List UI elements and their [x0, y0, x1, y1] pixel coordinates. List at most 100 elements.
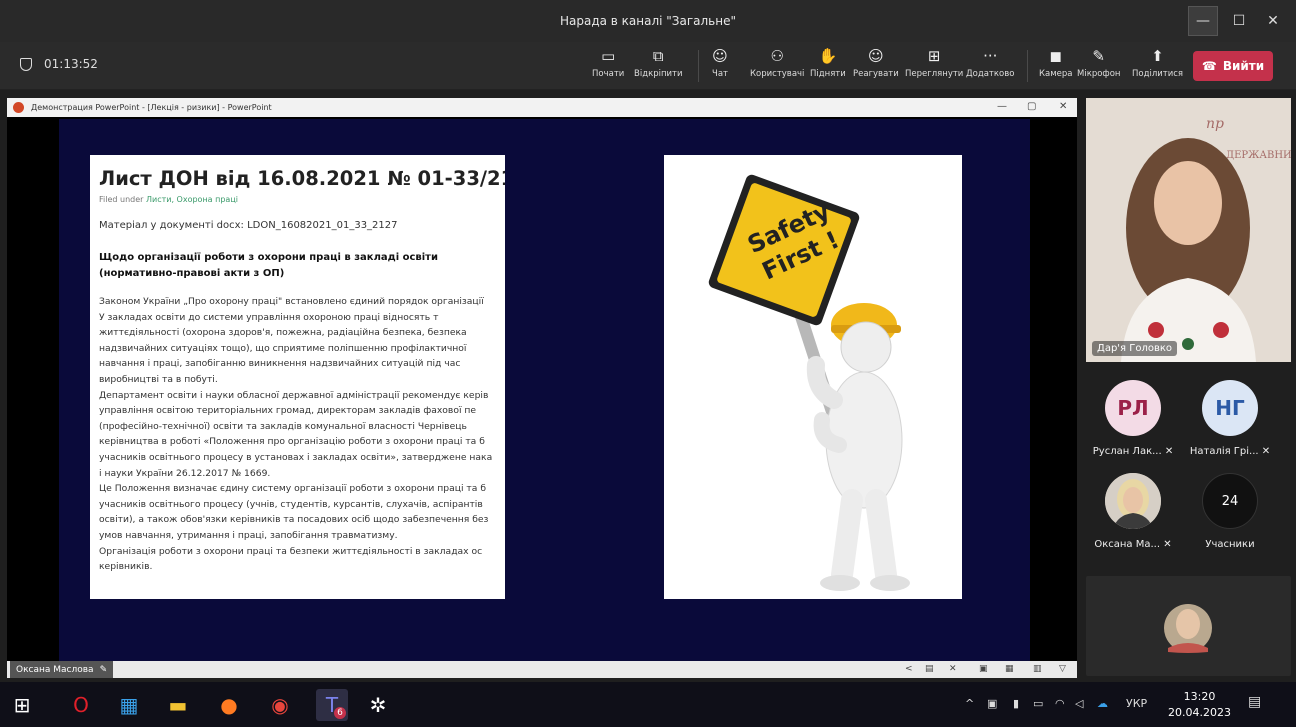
- view-button[interactable]: ⊞ Переглянути: [905, 46, 963, 79]
- chat-button[interactable]: ☺ Чат: [710, 46, 730, 79]
- svg-text:ДЕРЖАВНИЙ: ДЕРЖАВНИЙ: [1226, 149, 1291, 161]
- raise-hand-button[interactable]: ✋ Підняти: [810, 46, 846, 79]
- document-body: Законом України „Про охорону праці" вста…: [99, 294, 505, 575]
- self-view[interactable]: [1086, 576, 1291, 676]
- pop-out-icon: ⧉: [652, 47, 664, 65]
- camera-button[interactable]: ◼ Камера: [1039, 46, 1073, 79]
- mic-off-icon: ✕: [1163, 539, 1172, 550]
- teams-badge: 6: [334, 707, 346, 719]
- body-line: умов навчання, утримання і праці, запобі…: [99, 529, 398, 541]
- settings-icon[interactable]: ✲: [362, 689, 394, 721]
- mic-off-icon: ✎: [1092, 47, 1105, 65]
- volume-icon[interactable]: ◁: [1075, 697, 1083, 710]
- grid-icon: ⊞: [927, 47, 941, 65]
- start-recording-button[interactable]: ▭ Почати: [592, 46, 624, 79]
- body-line: надзвичайних ситуаціях тощо), що сприяти…: [99, 342, 467, 354]
- microphone-button[interactable]: ✎ Мікрофон: [1077, 46, 1120, 79]
- language-indicator[interactable]: УКР: [1126, 697, 1147, 710]
- document-material: Матеріал у документі docx: LDON_16082021…: [99, 220, 398, 231]
- close-window-button[interactable]: ✕: [1258, 6, 1288, 36]
- body-line: керівництва в роботі «Положення про орга…: [99, 436, 485, 448]
- chrome-icon[interactable]: ◉: [264, 689, 296, 721]
- participants-button[interactable]: ⚇ Користувачі: [750, 46, 804, 79]
- ppt-close-button[interactable]: ✕: [1059, 101, 1067, 112]
- mic-off-icon: ✕: [1164, 446, 1174, 457]
- toolbar-divider: [1027, 50, 1028, 82]
- sorter-view-icon[interactable]: ▦: [1005, 664, 1014, 674]
- teams-icon[interactable]: T6: [316, 689, 348, 721]
- file-explorer-icon[interactable]: ▬: [162, 689, 194, 721]
- body-line: освіти), а також обов'язки керівників та…: [99, 514, 489, 526]
- calculator-icon[interactable]: ▦: [113, 689, 145, 721]
- body-line: (професійно-технічної) освіти та закладі…: [99, 420, 467, 432]
- show-hidden-icons-icon[interactable]: ^: [965, 697, 974, 710]
- avatar: НГ: [1202, 380, 1258, 436]
- slide-list-icon[interactable]: ▤: [925, 664, 934, 674]
- meeting-duration: 01:13:52: [44, 57, 98, 71]
- participant-tile[interactable]: НГ Наталія Грі... ✕: [1180, 380, 1280, 475]
- presenter-bar: Оксана Маслова ✎ < ▤ ✕ ▣ ▦ ▥ ▽: [7, 661, 1077, 678]
- participant-tile[interactable]: РЛ Руслан Лак... ✕: [1083, 380, 1183, 475]
- body-line: учасників освітнього процесу (учнів, сту…: [99, 498, 483, 510]
- body-line: і науки України 26.12.2017 № 1669.: [99, 467, 271, 479]
- safety-figure-icon: Safety First !: [708, 174, 910, 591]
- participants-count-tile[interactable]: 24 Учасники: [1180, 473, 1280, 568]
- participant-video-main[interactable]: пр ДЕРЖАВНИЙ Дар'я Головко: [1086, 98, 1291, 362]
- unpin-button[interactable]: ⧉ Відкріпити: [634, 46, 683, 79]
- system-clock[interactable]: 13:20 20.04.2023: [1168, 689, 1231, 721]
- share-button[interactable]: ⬆ Поділитися: [1132, 46, 1183, 79]
- reading-view-icon[interactable]: ▥: [1033, 664, 1042, 674]
- firefox-icon[interactable]: ●: [213, 689, 245, 721]
- meeting-timer: 01:13:52: [20, 57, 98, 71]
- document-heading: Щодо організації роботи з охорони праці …: [99, 252, 438, 279]
- participant-name-label: Дар'я Головко: [1092, 341, 1178, 356]
- screen-icon: ▭: [601, 47, 616, 65]
- powerpoint-icon: [13, 102, 24, 113]
- chat-icon: ☺: [712, 47, 728, 65]
- start-icon[interactable]: ⊞: [6, 689, 38, 721]
- cursor-icon[interactable]: ✕: [949, 664, 957, 674]
- participant-tile[interactable]: Оксана Ма... ✕: [1083, 473, 1183, 568]
- body-line: Організація роботи з охорони праці та бе…: [99, 545, 483, 557]
- body-line: Це Положення визначає єдину систему орга…: [99, 483, 486, 495]
- body-line: керівників.: [99, 561, 153, 573]
- participant-photo-icon: пр ДЕРЖАВНИЙ: [1086, 98, 1291, 362]
- mic-off-icon: ✕: [1261, 446, 1271, 457]
- more-button[interactable]: ··· Додатково: [966, 46, 1014, 79]
- leave-button[interactable]: ☎ Вийти: [1193, 51, 1273, 81]
- ppt-restore-button[interactable]: ▢: [1027, 101, 1036, 112]
- more-icon: ···: [983, 47, 998, 65]
- svg-text:пр: пр: [1206, 116, 1224, 132]
- body-line: виробництві та в побуті.: [99, 373, 218, 385]
- body-line: Департамент освіти і науки обласної держ…: [99, 389, 489, 401]
- slide-document-image: Лист ДОН від 16.08.2021 № 01-33/2127 Fil…: [90, 155, 505, 599]
- react-button[interactable]: ☺ Реагувати: [853, 46, 899, 79]
- participant-photo-icon: [1105, 473, 1161, 529]
- onedrive-icon[interactable]: ☁: [1097, 697, 1108, 710]
- opera-icon[interactable]: O: [65, 689, 97, 721]
- maximize-button[interactable]: ☐: [1224, 6, 1254, 36]
- notifications-icon[interactable]: ▤: [1248, 694, 1261, 710]
- filed-under: Filed under Листи, Охорона праці: [99, 195, 238, 204]
- self-photo-icon: [1164, 604, 1212, 653]
- normal-view-icon[interactable]: ▣: [979, 664, 988, 674]
- windows-taskbar: ⊞ O ▦ ▬ ● ◉ T6 ✲ ^ ▣ ▮ ▭ ◠ ◁ ☁ УКР 13:20…: [0, 682, 1296, 727]
- battery-icon[interactable]: ▭: [1033, 697, 1043, 710]
- body-line: життєдіяльності (охорона здоров'я, пожеж…: [99, 327, 467, 339]
- hand-icon: ✋: [818, 47, 838, 65]
- slideshow-icon[interactable]: ▽: [1059, 664, 1066, 674]
- body-line: управління освітою територіальних громад…: [99, 405, 477, 417]
- ppt-minimize-button[interactable]: —: [997, 101, 1007, 112]
- meeting-toolbar: 01:13:52 ▭ Почати ⧉ Відкріпити ☺ Чат ⚇ К…: [0, 42, 1296, 90]
- microphone-tray-icon[interactable]: ▮: [1013, 697, 1019, 710]
- body-line: Законом України „Про охорону праці" вста…: [99, 296, 484, 307]
- minimize-button[interactable]: —: [1188, 6, 1218, 36]
- previous-slide-icon[interactable]: <: [905, 664, 913, 674]
- meet-now-icon[interactable]: ▣: [987, 697, 997, 710]
- mic-off-icon: ✎: [99, 664, 108, 675]
- body-line: учасників освітнього процесу в установах…: [99, 451, 493, 463]
- presenter-label: Оксана Маслова ✎: [10, 661, 114, 678]
- wifi-icon[interactable]: ◠: [1055, 697, 1065, 710]
- document-title: Лист ДОН від 16.08.2021 № 01-33/2127: [99, 167, 505, 190]
- avatar: [1105, 473, 1161, 529]
